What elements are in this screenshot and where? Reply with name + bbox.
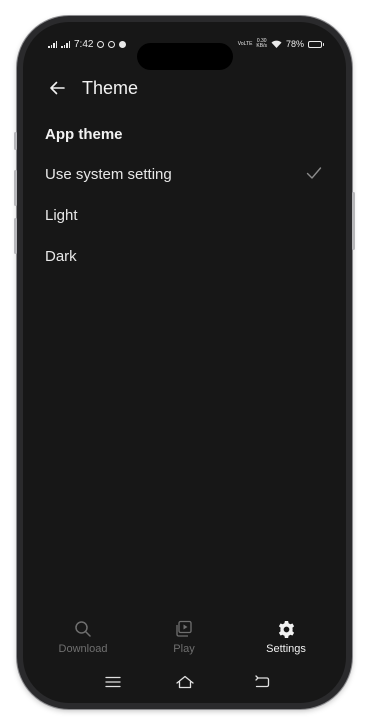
menu-icon [105,676,121,688]
battery-percent: 78% [285,39,304,49]
check-icon [306,166,322,185]
screen: 7:42 VoLTE 0.30 KB/s 78% Theme App theme… [23,22,346,703]
phone-frame: 7:42 VoLTE 0.30 KB/s 78% Theme App theme… [14,16,355,709]
status-right: VoLTE 0.30 KB/s 78% [237,39,324,49]
notification-icon [108,41,116,48]
nav-label: Play [173,643,195,655]
status-bar: 7:42 VoLTE 0.30 KB/s 78% [23,22,346,56]
page-title: Theme [82,77,139,98]
back-button[interactable] [45,76,69,100]
nav-label: Settings [266,643,306,655]
home-button[interactable] [173,672,197,692]
nav-label: Download [58,643,108,655]
section-title: App theme [45,126,123,143]
option-light[interactable]: Light [23,195,346,236]
option-dark[interactable]: Dark [23,236,346,277]
option-label: Use system setting [45,166,172,183]
network-speed: 0.30 KB/s [256,39,267,49]
action-button [14,132,17,150]
system-nav [23,672,346,692]
power-button [352,192,355,250]
status-left: 7:42 [48,39,127,50]
option-label: Light [45,207,78,224]
battery-icon [308,40,324,48]
play-library-icon [175,618,193,640]
whatsapp-notification-icon [97,41,105,48]
wifi-icon [271,40,282,48]
signal-1-icon [48,41,57,48]
volte-badge: VoLTE [237,40,253,47]
arrow-left-icon [50,81,65,95]
gear-icon [277,618,296,640]
nav-settings[interactable]: Settings [241,618,331,664]
app-notification-icon [119,41,127,48]
back-nav-button[interactable] [250,672,274,692]
option-label: Dark [45,248,77,265]
search-icon [74,618,92,640]
volume-up-button [14,170,17,206]
back-icon [255,675,270,688]
nav-play[interactable]: Play [139,618,229,664]
status-time: 7:42 [74,39,94,50]
option-use-system-setting[interactable]: Use system setting [23,154,346,195]
bottom-nav: Download Play Settings [23,618,346,668]
menu-button[interactable] [101,672,125,692]
nav-download[interactable]: Download [38,618,128,664]
signal-2-icon [61,41,70,48]
app-header: Theme [23,70,346,106]
volume-down-button [14,218,17,254]
speed-unit: KB/s [256,43,267,49]
home-icon [176,675,194,689]
